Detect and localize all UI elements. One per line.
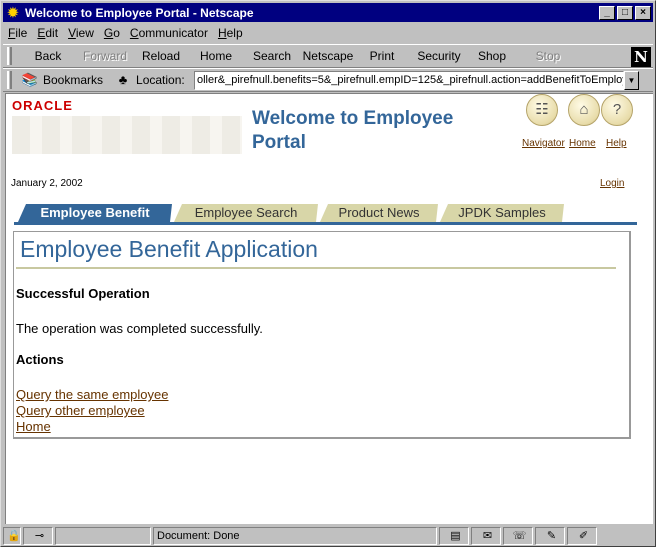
home-icon[interactable]: ⌂ — [568, 94, 600, 126]
edit-icon[interactable]: ✐ — [567, 527, 597, 545]
composer-icon[interactable]: ✎ — [535, 527, 565, 545]
menu-bar: File Edit View Go Communicator Help — [3, 23, 653, 43]
reload-button[interactable]: Reload — [134, 49, 188, 63]
toolbar-grip[interactable] — [7, 71, 12, 89]
close-button[interactable]: × — [635, 5, 651, 20]
back-button[interactable]: Back — [20, 49, 76, 63]
success-message: The operation was completed successfully… — [16, 321, 263, 336]
help-link[interactable]: Help — [606, 138, 627, 149]
page-title: Welcome to Employee Portal — [252, 108, 454, 153]
stop-button[interactable]: Stop — [514, 49, 582, 63]
tab-employee-search[interactable]: Employee Search — [174, 204, 318, 222]
menu-edit[interactable]: Edit — [32, 26, 63, 40]
status-bar: 🔒 ⊸ Document: Done ▤ ✉ ☏ ✎ ✐ — [3, 526, 653, 546]
query-other-employee-link[interactable]: Query other employee — [16, 403, 145, 418]
minimize-button[interactable]: _ — [599, 5, 615, 20]
banner-graphic — [12, 116, 242, 154]
security-button[interactable]: Security — [408, 49, 470, 63]
current-date: January 2, 2002 — [11, 178, 83, 189]
netscape-button[interactable]: Netscape — [300, 49, 356, 63]
navigation-toolbar: Back Forward Reload Home Search Netscape… — [3, 44, 653, 68]
home-button[interactable]: Home — [188, 49, 244, 63]
page-viewport: ORACLE Welcome to Employee Portal ☷ ⌂ ? … — [5, 93, 653, 524]
tab-underline — [14, 222, 637, 225]
navigator-icon[interactable]: ☷ — [526, 94, 558, 126]
netscape-logo-icon[interactable]: N — [631, 47, 651, 67]
login-link[interactable]: Login — [600, 178, 624, 189]
page-proxy-icon[interactable]: ♣ — [113, 72, 133, 88]
maximize-button[interactable]: □ — [617, 5, 633, 20]
tab-product-news[interactable]: Product News — [320, 204, 438, 222]
toolbar-grip[interactable] — [7, 47, 12, 65]
menu-communicator[interactable]: Communicator — [125, 26, 213, 40]
security-lock-icon[interactable]: 🔒 — [3, 527, 21, 545]
menu-help[interactable]: Help — [213, 26, 248, 40]
tab-jpdk-samples[interactable]: JPDK Samples — [440, 204, 564, 222]
discussion-icon[interactable]: ☏ — [503, 527, 533, 545]
oracle-logo: ORACLE — [12, 98, 73, 113]
search-button[interactable]: Search — [244, 49, 300, 63]
bookmarks-button[interactable]: Bookmarks — [43, 73, 103, 87]
browser-window: ✹ Welcome to Employee Portal - Netscape … — [0, 0, 656, 547]
url-dropdown-button[interactable]: ▼ — [624, 71, 639, 90]
menu-view[interactable]: View — [63, 26, 99, 40]
menu-go[interactable]: Go — [99, 26, 125, 40]
location-toolbar: 📚 Bookmarks ♣ Location: oller&_pirefnull… — [3, 68, 653, 92]
mail-icon[interactable]: ✉ — [471, 527, 501, 545]
navigator-component-icon[interactable]: ▤ — [439, 527, 469, 545]
status-text: Document: Done — [153, 527, 437, 545]
forward-button[interactable]: Forward — [76, 49, 134, 63]
bookmarks-icon: 📚 — [21, 72, 39, 87]
shop-button[interactable]: Shop — [470, 49, 514, 63]
location-label: Location: — [136, 73, 185, 87]
app-title: Employee Benefit Application — [20, 236, 318, 262]
netscape-title-icon: ✹ — [7, 4, 19, 20]
navigator-link[interactable]: Navigator — [522, 138, 565, 149]
connection-icon: ⊸ — [23, 527, 53, 545]
window-title: Welcome to Employee Portal - Netscape — [25, 5, 254, 20]
tab-employee-benefit[interactable]: Employee Benefit — [18, 204, 172, 222]
menu-file[interactable]: File — [3, 26, 32, 40]
title-bar[interactable]: ✹ Welcome to Employee Portal - Netscape … — [3, 3, 653, 22]
title-divider — [16, 267, 616, 269]
home-action-link[interactable]: Home — [16, 419, 51, 434]
success-heading: Successful Operation — [16, 286, 150, 301]
home-link[interactable]: Home — [569, 138, 596, 149]
progress-bar — [55, 527, 151, 545]
query-same-employee-link[interactable]: Query the same employee — [16, 387, 168, 402]
url-input[interactable]: oller&_pirefnull.benefits=5&_pirefnull.e… — [194, 71, 624, 90]
actions-heading: Actions — [16, 352, 64, 367]
help-icon[interactable]: ? — [601, 94, 633, 126]
print-button[interactable]: Print — [356, 49, 408, 63]
